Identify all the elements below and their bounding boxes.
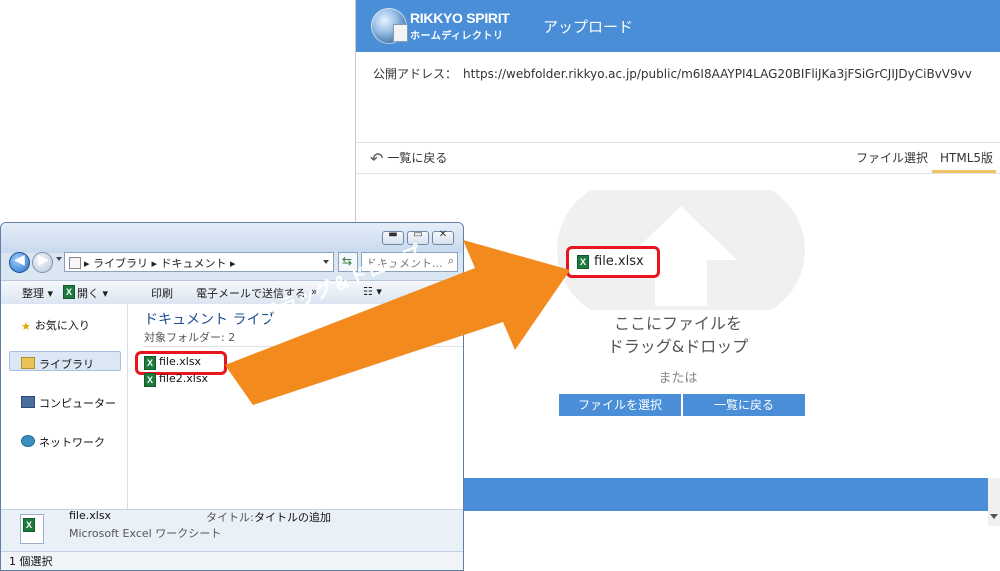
nav-item-label: コンピューター [39,397,116,410]
folder-icon [69,257,81,269]
divider [356,142,1000,143]
organize-button[interactable]: 整理 ▾ [22,285,53,301]
logo-title: RIKKYO SPIRIT [410,10,510,26]
nav-item-label: ライブラリ [39,358,94,371]
page-title: アップロード [543,18,634,36]
file-item-name[interactable]: file2.xlsx [159,372,208,385]
nav-item-computer[interactable]: コンピューター [21,395,116,411]
logo-subtitle: ホームディレクトリ [410,31,504,42]
history-dropdown-icon[interactable] [56,257,62,261]
details-title-value[interactable]: タイトルの追加 [254,509,331,525]
forward-arrow-icon[interactable]: ▶ [32,252,53,273]
dropped-file-name: file.xlsx [594,254,644,269]
nav-item-network[interactable]: ネットワーク [21,434,105,450]
print-button[interactable]: 印刷 [151,285,173,301]
status-bar [1,551,463,570]
tab-file-select[interactable]: ファイル選択 [856,149,928,166]
details-file-name: file.xlsx [69,509,112,522]
selection-count: 1 個選択 [9,555,53,568]
details-title-label: タイトル: [206,511,254,524]
back-arrow-icon[interactable]: ◀ [9,252,30,273]
excel-file-icon: X [144,356,156,370]
excel-file-icon: X [144,373,156,387]
public-address: 公開アドレス： https://webfolder.rikkyo.ac.jp/pu… [373,65,972,82]
details-file-type: Microsoft Excel ワークシート [69,527,222,540]
back-link-label: 一覧に戻る [387,151,448,165]
nav-item-label: お気に入り [34,319,90,332]
public-address-label: 公開アドレス： [373,67,458,81]
header-bar: RIKKYO SPIRIT ホームディレクトリ アップロード [356,0,1000,52]
file-item-name[interactable]: file.xlsx [159,355,201,368]
network-icon [21,435,35,447]
address-path: ▸ ライブラリ ▸ ドキュメント ▸ [84,257,236,270]
excel-app-icon: X [63,285,75,299]
target-folders[interactable]: 対象フォルダー: 2 [144,329,235,345]
library-icon [21,357,35,369]
document-logo-icon [393,24,408,42]
tab-html5[interactable]: HTML5版 [940,149,993,166]
scroll-down-arrow-icon[interactable] [990,514,998,519]
star-icon: ★ [21,320,31,333]
nav-item-favorites[interactable]: ★ お気に入り [21,317,90,333]
file-thumbnail-icon: X [20,514,44,544]
nav-item-label: ネットワーク [39,436,105,449]
undo-arrow-icon: ↶ [370,149,384,168]
excel-file-icon: X [23,518,35,532]
computer-icon [21,396,35,408]
back-to-list-button[interactable]: 一覧に戻る [683,394,805,416]
nav-item-libraries[interactable]: ライブラリ [21,356,94,372]
back-to-list-link[interactable]: ↶ 一覧に戻る [370,149,447,168]
open-button[interactable]: 開く ▾ [77,285,108,301]
divider [356,173,1000,174]
public-address-url[interactable]: https://webfolder.rikkyo.ac.jp/public/m6… [463,67,972,81]
